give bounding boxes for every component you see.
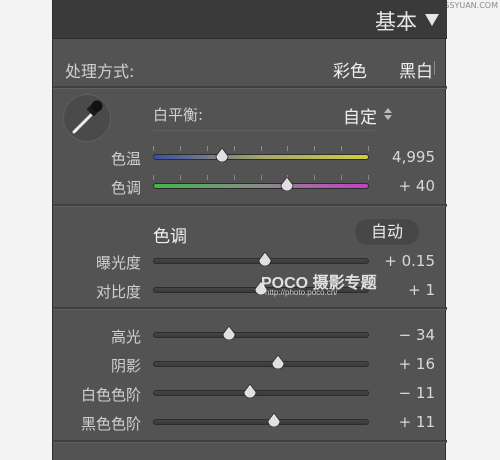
slider-label: 白色色阶 [80,386,141,404]
section-divider [53,307,447,310]
slider-value[interactable]: + 11 [375,413,435,431]
auto-tone-button[interactable]: 自动 [355,219,419,245]
slider-thumb[interactable] [243,384,257,398]
section-divider [53,86,447,89]
slider-track[interactable] [153,183,369,189]
collapse-triangle-icon[interactable] [425,14,439,26]
slider-label: 阴影 [110,357,141,375]
slider-ticks [153,146,369,151]
slider-value[interactable]: + 0.15 [375,252,435,270]
treatment-label: 处理方式: [65,62,135,81]
section-divider [53,440,447,443]
treatment-bw-option[interactable]: 黑白 [399,57,433,82]
slider-label: 高光 [110,328,141,346]
slider-track[interactable] [153,154,369,160]
slider-ticks [153,175,369,180]
slider-label: 黑色色阶 [80,415,141,433]
white-balance-underline [153,130,375,131]
slider-label: 对比度 [95,283,141,301]
slider-track[interactable] [153,361,369,367]
updown-arrows-icon[interactable] [383,107,393,121]
slider-thumb[interactable] [222,326,236,340]
slider-thumb[interactable] [215,148,229,162]
tone-heading: 色调 [153,227,187,247]
slider-value[interactable]: + 40 [375,177,435,195]
slider-thumb[interactable] [280,177,294,191]
slider-thumb[interactable] [267,413,281,427]
slider-value[interactable]: − 11 [375,384,435,402]
white-balance-select[interactable]: 自定 [343,103,377,128]
section-divider [53,204,447,207]
white-balance-eyedropper-button[interactable] [63,94,111,142]
panel-header[interactable]: 基本 [53,0,447,39]
slider-value[interactable]: − 34 [375,326,435,344]
slider-track[interactable] [153,390,369,396]
slider-track[interactable] [153,419,369,425]
slider-thumb[interactable] [271,355,285,369]
slider-value[interactable]: 4,995 [375,148,435,166]
slider-label: 曝光度 [95,254,141,272]
slider-value[interactable]: + 16 [375,355,435,373]
eyedropper-icon [72,100,103,134]
slider-value[interactable]: + 1 [375,281,435,299]
basic-panel: 基本 处理方式: 彩色 黑白 白平衡: 自定 色温 4,995 色调 + 40 色调 … [52,0,447,460]
treatment-divider [434,61,435,75]
slider-track[interactable] [153,332,369,338]
panel-title: 基本 [375,10,417,34]
slider-label: 色温 [110,150,141,168]
white-balance-label: 白平衡: [153,106,204,124]
slider-label: 色调 [110,179,141,197]
treatment-color-option[interactable]: 彩色 [333,57,367,82]
slider-thumb[interactable] [258,252,272,266]
watermark-url: http://photo.poco.cn/ [265,288,338,297]
